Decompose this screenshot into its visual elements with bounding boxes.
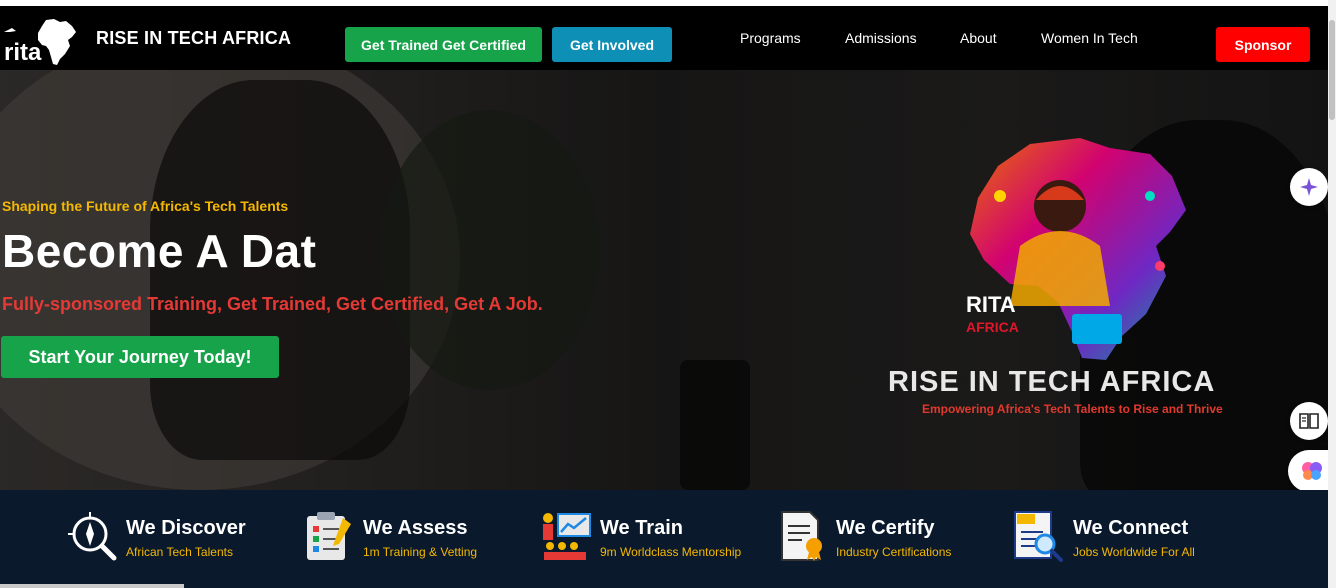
nav-admissions[interactable]: Admissions — [845, 30, 917, 46]
feature-subtitle: 9m Worldclass Mentorship — [600, 545, 742, 559]
feature-connect: We Connect Jobs Worldwide For All — [1013, 508, 1213, 564]
logo-wordmark: rita — [4, 39, 42, 66]
art-title: RISE IN TECH AFRICA — [888, 366, 1216, 398]
art-badge-africa: AFRICA — [966, 319, 1019, 335]
feature-subtitle: Jobs Worldwide For All — [1073, 545, 1195, 559]
get-involved-button[interactable]: Get Involved — [552, 27, 672, 62]
art-subtitle: Empowering Africa's Tech Talents to Rise… — [922, 402, 1223, 416]
presentation-board-icon — [543, 513, 591, 560]
hero-eyebrow: Shaping the Future of Africa's Tech Tale… — [2, 198, 289, 214]
start-journey-button[interactable]: Start Your Journey Today! — [1, 336, 279, 378]
job-search-icon — [1014, 511, 1063, 562]
feature-subtitle: African Tech Talents — [126, 545, 233, 559]
feature-discover: We Discover African Tech Talents — [66, 508, 266, 564]
feature-subtitle: Industry Certifications — [836, 545, 952, 559]
compass-search-icon — [68, 512, 117, 561]
africa-illustration: RITA AFRICA — [966, 138, 1186, 360]
feature-title: We Connect — [1073, 517, 1189, 539]
get-trained-button[interactable]: Get Trained Get Certified — [345, 27, 542, 62]
feature-train: We Train 9m Worldclass Mentorship — [540, 508, 760, 564]
nav-women-in-tech[interactable]: Women In Tech — [1041, 30, 1138, 46]
bottom-strip — [0, 584, 184, 588]
reader-button[interactable] — [1290, 402, 1328, 440]
feature-title: We Assess — [363, 517, 468, 539]
page-scrollbar[interactable] — [1328, 0, 1336, 588]
hero-headline: Become A Dat — [2, 225, 317, 277]
clipboard-checklist-icon — [307, 512, 351, 560]
book-icon — [1299, 413, 1319, 429]
feature-title: We Train — [600, 517, 683, 539]
sponsor-button[interactable]: Sponsor — [1216, 27, 1310, 62]
feature-assess: We Assess 1m Training & Vetting — [303, 508, 503, 564]
brain-icon — [1302, 462, 1322, 480]
hero-subline: Fully-sponsored Training, Get Trained, G… — [2, 294, 543, 314]
nav-programs[interactable]: Programs — [740, 30, 801, 46]
nav-about[interactable]: About — [960, 30, 997, 46]
brand-name: RISE IN TECH AFRICA — [96, 28, 292, 48]
certificate-icon — [781, 511, 822, 561]
navbar: rita RISE IN TECH AFRICA Get Trained Get… — [0, 6, 1328, 70]
feature-title: We Discover — [126, 517, 246, 539]
feature-title: We Certify — [836, 517, 935, 539]
sparkle-icon — [1300, 178, 1318, 196]
feature-subtitle: 1m Training & Vetting — [363, 545, 478, 559]
scrollbar-thumb[interactable] — [1329, 20, 1335, 120]
sparkle-button[interactable] — [1290, 168, 1328, 206]
rita-logo[interactable]: rita — [2, 18, 78, 66]
art-badge-rita: RITA — [966, 292, 1016, 317]
feature-certify: We Certify Industry Certifications — [776, 508, 976, 564]
